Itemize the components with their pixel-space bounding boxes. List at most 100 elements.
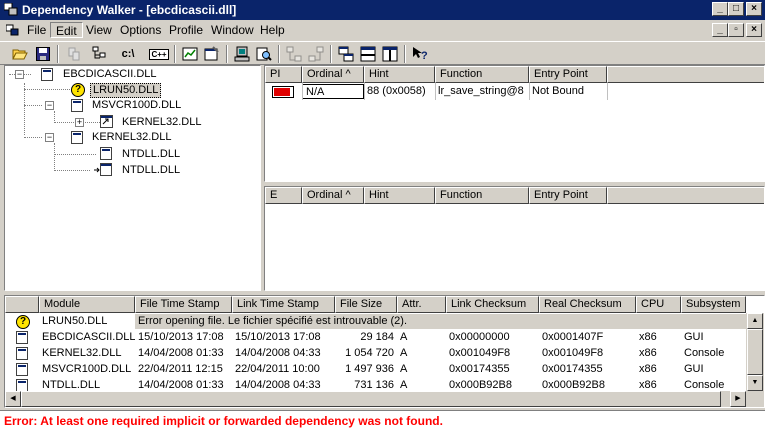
col-module[interactable]: Module — [39, 296, 135, 313]
menu-window[interactable]: Window — [206, 22, 259, 38]
col-real-checksum[interactable]: Real Checksum — [539, 296, 636, 313]
title-bar[interactable]: Dependency Walker - [ebcdicascii.dll] _ … — [0, 0, 765, 20]
col-link-checksum[interactable]: Link Checksum — [446, 296, 539, 313]
module-icon — [71, 99, 83, 112]
col-function[interactable]: Function — [435, 187, 529, 204]
menu-view[interactable]: View — [81, 22, 117, 38]
col-icon[interactable] — [5, 296, 39, 313]
col-ordinal[interactable]: Ordinal ^ — [302, 187, 364, 204]
real-checksum: 0x0001407F — [542, 331, 604, 343]
file-time-stamp: 22/04/2011 12:15 — [138, 363, 223, 375]
split-horizontal-button[interactable] — [358, 44, 378, 64]
properties-button[interactable] — [202, 44, 222, 64]
menu-options[interactable]: Options — [115, 22, 166, 38]
help-button[interactable]: ? — [410, 44, 430, 64]
forwarded-module-icon — [100, 115, 113, 128]
menu-help[interactable]: Help — [255, 22, 290, 38]
mdi-restore-button[interactable]: ▫ — [728, 23, 744, 37]
link-checksum: 0x00000000 — [449, 331, 510, 343]
menu-edit[interactable]: Edit — [50, 22, 83, 38]
tree-node-lrun50[interactable]: LRUN50.DLL — [90, 83, 162, 98]
mdi-minimize-button[interactable]: _ — [712, 23, 728, 37]
split-horizontal-icon — [360, 46, 376, 62]
dependency-tree[interactable]: − EBCDICASCII.DLL ? LRUN50.DLL − MSVCR10… — [4, 65, 261, 291]
tree-node-kernel32-forwarded[interactable]: KERNEL32.DLL — [120, 115, 204, 130]
col-hint[interactable]: Hint — [364, 66, 435, 83]
next-parent-button[interactable] — [284, 44, 304, 64]
find-button[interactable] — [254, 44, 274, 64]
open-button[interactable] — [10, 44, 30, 64]
collapse-toggle[interactable]: − — [45, 133, 54, 142]
attributes: A — [400, 363, 408, 375]
tree-node-ebcdicascii[interactable]: EBCDICASCII.DLL — [61, 67, 159, 82]
copy-icon — [68, 47, 80, 61]
minimize-button[interactable]: _ — [712, 2, 728, 16]
link-time-stamp: 22/04/2011 10:00 — [235, 363, 320, 375]
collapse-toggle[interactable]: − — [45, 101, 54, 110]
tree-node-kernel32[interactable]: KERNEL32.DLL — [90, 130, 174, 145]
copy-button[interactable] — [64, 44, 84, 64]
attributes: A — [400, 331, 408, 343]
module-list-hscrollbar[interactable]: ◀ ▶ — [5, 391, 764, 407]
col-function[interactable]: Function — [435, 66, 529, 83]
col-file-size[interactable]: File Size — [335, 296, 397, 313]
scroll-down-button[interactable]: ▼ — [747, 375, 763, 391]
save-button[interactable] — [33, 44, 53, 64]
col-entry-point[interactable]: Entry Point — [529, 187, 607, 204]
prev-parent-icon — [308, 46, 324, 62]
col-link-time-stamp[interactable]: Link Time Stamp — [232, 296, 335, 313]
col-file-time-stamp[interactable]: File Time Stamp — [135, 296, 232, 313]
fullpath-button[interactable] — [90, 44, 110, 64]
link-time-stamp: 14/04/2008 04:33 — [235, 347, 321, 359]
tree-node-ntdll-forwarded[interactable]: NTDLL.DLL — [120, 163, 182, 178]
grid-line — [607, 83, 608, 100]
mdi-child-icon[interactable] — [6, 24, 22, 37]
col-entry-point[interactable]: Entry Point — [529, 66, 607, 83]
tree-node-ntdll[interactable]: NTDLL.DLL — [120, 147, 182, 162]
maximize-button[interactable]: □ — [728, 2, 744, 16]
col-attr[interactable]: Attr. — [397, 296, 446, 313]
module-list-vscrollbar[interactable]: ▲ ▼ — [746, 313, 764, 392]
col-pi[interactable]: PI — [265, 66, 302, 83]
scroll-left-button[interactable]: ◀ — [5, 391, 21, 407]
menu-profile[interactable]: Profile — [164, 22, 208, 38]
matching-button[interactable] — [336, 44, 356, 64]
tree-line — [54, 143, 55, 171]
module-icon — [100, 147, 112, 160]
tree-line — [54, 170, 90, 171]
auto-expand-button[interactable] — [180, 44, 200, 64]
c-path-button[interactable]: c:\ — [118, 44, 138, 64]
col-cpu[interactable]: CPU — [636, 296, 681, 313]
col-hint[interactable]: Hint — [364, 187, 435, 204]
expand-toggle[interactable]: + — [75, 118, 84, 127]
col-e[interactable]: E — [265, 187, 302, 204]
menu-bar: File Edit View Options Profile Window He… — [0, 20, 765, 40]
tree-line — [24, 83, 25, 135]
cpu: x86 — [639, 363, 657, 375]
tree-node-msvcr100d[interactable]: MSVCR100D.DLL — [90, 98, 183, 113]
scroll-right-button[interactable]: ▶ — [730, 391, 746, 407]
collapse-toggle[interactable]: − — [15, 70, 24, 79]
help-icon: ? — [413, 47, 428, 62]
app-icon — [4, 3, 18, 16]
module-icon — [71, 131, 83, 144]
scroll-thumb[interactable] — [747, 329, 763, 375]
menu-file[interactable]: File — [22, 22, 51, 38]
col-subsystem[interactable]: Subsystem — [681, 296, 746, 313]
undecorate-cpp-button[interactable]: C++ — [148, 44, 170, 64]
toolbar-separator — [174, 45, 176, 63]
mdi-close-button[interactable]: × — [746, 23, 762, 37]
col-ordinal[interactable]: Ordinal ^ — [302, 66, 364, 83]
split-vertical-button[interactable] — [380, 44, 400, 64]
exports-list[interactable]: E Ordinal ^ Hint Function Entry Point — [264, 186, 765, 291]
prev-parent-button[interactable] — [306, 44, 326, 64]
module-list[interactable]: Module File Time Stamp Link Time Stamp F… — [4, 295, 765, 408]
undecorate-cpp-icon: C++ — [149, 48, 169, 60]
scroll-up-button[interactable]: ▲ — [747, 313, 763, 329]
imports-list[interactable]: PI Ordinal ^ Hint Function Entry Point N… — [264, 65, 765, 182]
system-info-button[interactable] — [232, 44, 252, 64]
col-filler — [607, 187, 764, 204]
close-button[interactable]: × — [746, 2, 762, 16]
toolbar: c:\ C++ ? — [0, 41, 765, 65]
scroll-thumb[interactable] — [21, 391, 721, 407]
